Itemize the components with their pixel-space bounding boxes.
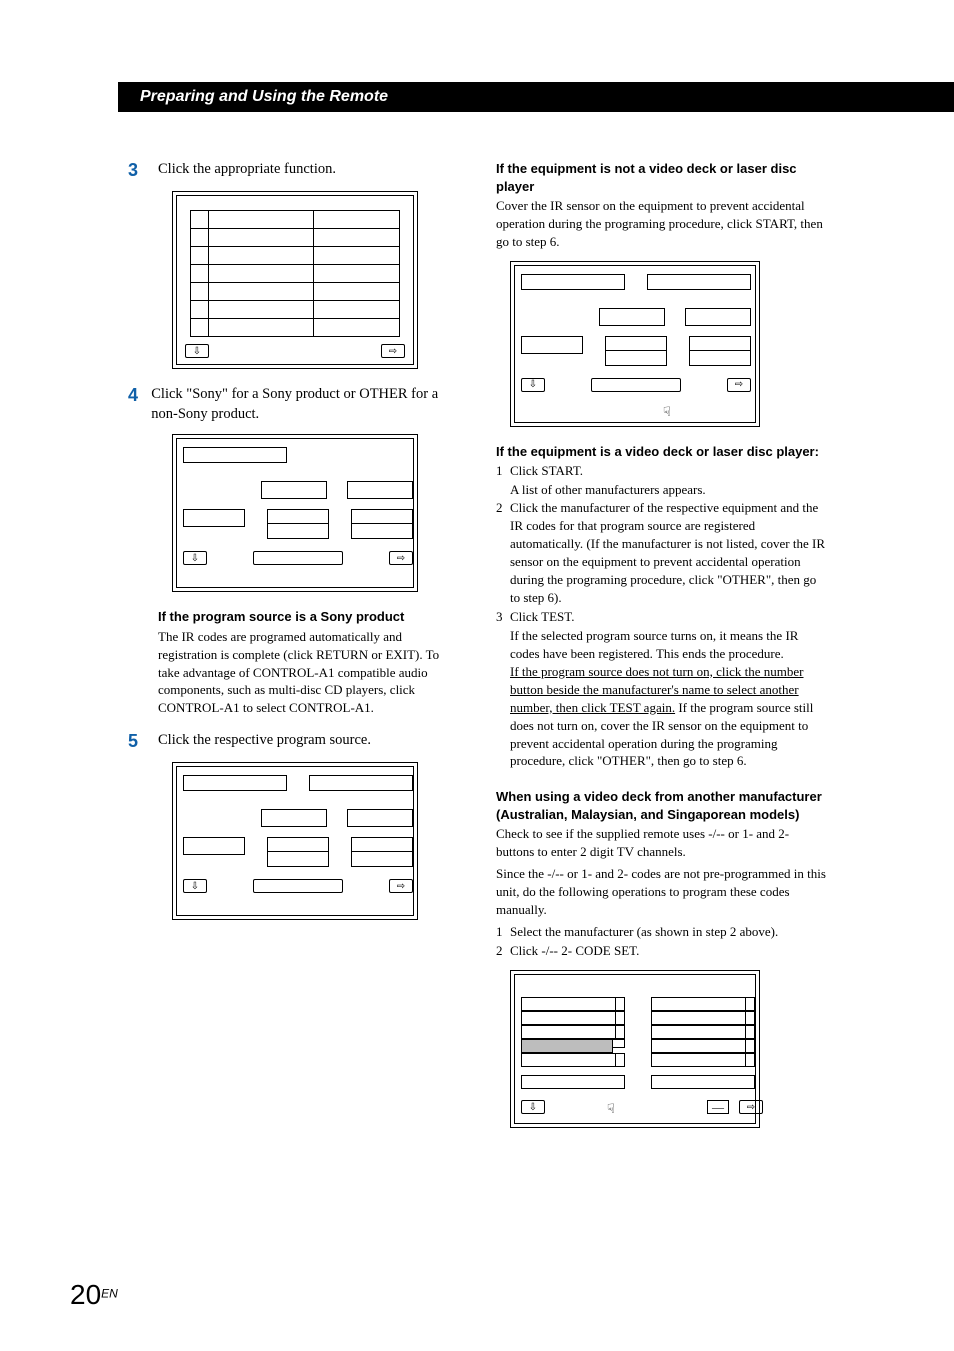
figure-inner: ⇩ ⇨ xyxy=(176,438,414,588)
two-column-body: 3 Click the appropriate function. xyxy=(128,160,828,1144)
figure-inner: ⇩ — ⇨ ☟ xyxy=(514,974,756,1124)
cursor-icon: ☟ xyxy=(607,1101,615,1117)
aus-heading: When using a video deck from another man… xyxy=(496,788,828,823)
list-subtext-underline: If the program source does not turn on, … xyxy=(510,663,828,771)
page-number-value: 20 xyxy=(70,1279,101,1310)
list-number: 2 xyxy=(496,499,510,607)
return-icon: ⇩ xyxy=(521,378,545,392)
figure-step4: ⇩ ⇨ xyxy=(172,434,418,592)
list-number: 2 xyxy=(496,942,510,960)
list-number: 1 xyxy=(496,923,510,941)
next-icon: ⇨ xyxy=(381,344,405,358)
list-text: Click START. xyxy=(510,462,828,480)
section-header-bar: Preparing and Using the Remote xyxy=(118,82,954,112)
minus-icon: — xyxy=(707,1100,729,1114)
return-icon: ⇩ xyxy=(183,551,207,565)
center-button xyxy=(253,551,343,565)
cursor-icon: ☟ xyxy=(663,404,671,420)
video-list: 1Click START. A list of other manufactur… xyxy=(496,462,828,770)
list-number: 1 xyxy=(496,462,510,480)
page-number: 20EN xyxy=(70,1279,118,1311)
figure-step3: ⇩ ⇨ xyxy=(172,191,418,369)
figure-inner: ⇩ ⇨ ☟ xyxy=(514,265,756,423)
next-icon: ⇨ xyxy=(389,879,413,893)
manual-page: Preparing and Using the Remote 3 Click t… xyxy=(0,0,954,1351)
sony-heading: If the program source is a Sony product xyxy=(158,608,460,626)
video-heading: If the equipment is a video deck or lase… xyxy=(496,443,828,461)
return-icon: ⇩ xyxy=(521,1100,545,1114)
step-number: 3 xyxy=(128,160,158,181)
figure-step5: ⇩ ⇨ xyxy=(172,762,418,920)
manufacturer-list-left xyxy=(521,997,625,1089)
left-column: 3 Click the appropriate function. xyxy=(128,160,460,1144)
step-3: 3 Click the appropriate function. xyxy=(128,160,460,181)
function-grid xyxy=(190,210,400,337)
nonvideo-heading: If the equipment is not a video deck or … xyxy=(496,160,828,195)
page-lang: EN xyxy=(101,1287,118,1301)
list-subtext: A list of other manufacturers appears. xyxy=(510,481,828,499)
figure-inner: ⇩ ⇨ xyxy=(176,195,414,365)
step-4: 4 Click "Sony" for a Sony product or OTH… xyxy=(128,385,460,424)
sony-paragraph: The IR codes are programed automatically… xyxy=(158,628,460,718)
aus-list: 1Select the manufacturer (as shown in st… xyxy=(496,923,828,960)
aus-paragraph-2: Since the -/-- or 1- and 2- codes are no… xyxy=(496,865,828,919)
step-5: 5 Click the respective program source. xyxy=(128,731,460,752)
manufacturer-list-right xyxy=(651,997,755,1089)
step-number: 4 xyxy=(128,385,151,424)
center-button xyxy=(253,879,343,893)
sony-product-block: If the program source is a Sony product … xyxy=(158,608,460,717)
figure-inner: ⇩ ⇨ xyxy=(176,766,414,916)
step-text: Click "Sony" for a Sony product or OTHER… xyxy=(151,385,460,424)
dialog-title-box xyxy=(183,447,287,463)
list-subtext: If the selected program source turns on,… xyxy=(510,627,828,663)
next-icon: ⇨ xyxy=(739,1100,763,1114)
center-button xyxy=(591,378,681,392)
figure-codeset: ⇩ — ⇨ ☟ xyxy=(510,970,760,1128)
list-text: Select the manufacturer (as shown in ste… xyxy=(510,923,828,941)
section-title: Preparing and Using the Remote xyxy=(140,88,388,106)
aus-paragraph-1: Check to see if the supplied remote uses… xyxy=(496,825,828,861)
return-icon: ⇩ xyxy=(183,879,207,893)
list-text: Click TEST. xyxy=(510,608,828,626)
figure-nonvideo: ⇩ ⇨ ☟ xyxy=(510,261,760,427)
step-text: Click the appropriate function. xyxy=(158,160,336,181)
step-number: 5 xyxy=(128,731,158,752)
nonvideo-paragraph: Cover the IR sensor on the equipment to … xyxy=(496,197,828,251)
next-icon: ⇨ xyxy=(389,551,413,565)
list-text: Click -/-- 2- CODE SET. xyxy=(510,942,828,960)
step-text: Click the respective program source. xyxy=(158,731,371,752)
return-icon: ⇩ xyxy=(185,344,209,358)
list-number: 3 xyxy=(496,608,510,626)
right-column: If the equipment is not a video deck or … xyxy=(496,160,828,1144)
list-text: Click the manufacturer of the respective… xyxy=(510,499,828,607)
next-icon: ⇨ xyxy=(727,378,751,392)
